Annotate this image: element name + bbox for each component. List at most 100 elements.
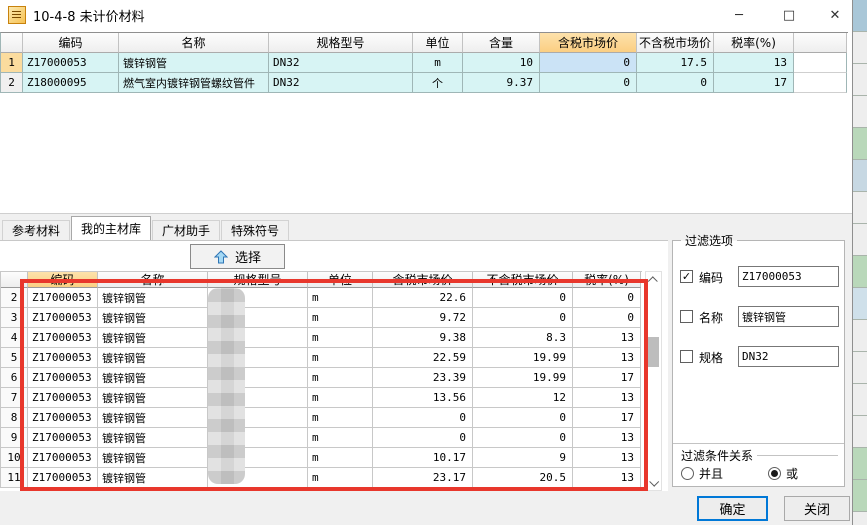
row-number[interactable]: 11: [1, 468, 28, 488]
lib-header-blank[interactable]: [1, 272, 28, 288]
cell-unit[interactable]: m: [308, 288, 373, 308]
top-header-税率(%)[interactable]: 税率(%): [714, 33, 794, 53]
relation-or-option[interactable]: 或: [768, 465, 798, 482]
top-header-含量[interactable]: 含量: [463, 33, 540, 53]
lib-header-规格型号[interactable]: 规格型号: [208, 272, 308, 288]
cell-rate[interactable]: 13: [573, 428, 641, 448]
cell-code[interactable]: Z18000095: [23, 73, 119, 93]
cell-code[interactable]: Z17000053: [28, 428, 98, 448]
cell-content[interactable]: 10: [463, 53, 540, 73]
lib-header-单位[interactable]: 单位: [308, 272, 373, 288]
tab-my-material-library[interactable]: 我的主材库: [71, 216, 152, 240]
cell-name[interactable]: 镀锌钢管: [98, 308, 208, 328]
cell-rate[interactable]: 13: [573, 468, 641, 488]
cell-rate[interactable]: 17: [573, 408, 641, 428]
row-number[interactable]: 7: [1, 388, 28, 408]
cell-code[interactable]: Z17000053: [28, 468, 98, 488]
cell-code[interactable]: Z17000053: [28, 288, 98, 308]
cell-name[interactable]: 镀锌钢管: [119, 53, 269, 73]
tab-special-symbols[interactable]: 特殊符号: [221, 220, 290, 240]
cell-taxed[interactable]: 23.17: [373, 468, 473, 488]
row-number[interactable]: 1: [1, 53, 23, 73]
cell-name[interactable]: 镀锌钢管: [98, 388, 208, 408]
top-header-不含税市场价[interactable]: 不含税市场价: [637, 33, 714, 53]
top-header-单位[interactable]: 单位: [413, 33, 463, 53]
spec-filter-input[interactable]: [738, 346, 839, 367]
cell-taxed[interactable]: 22.6: [373, 288, 473, 308]
cell-code[interactable]: Z17000053: [28, 328, 98, 348]
cell-untaxed[interactable]: 19.99: [473, 348, 573, 368]
scroll-up-icon[interactable]: [646, 272, 661, 288]
cell-name[interactable]: 镀锌钢管: [98, 288, 208, 308]
cell-name[interactable]: 燃气室内镀锌钢管螺纹管件: [119, 73, 269, 93]
cell-unit[interactable]: m: [308, 408, 373, 428]
cell-unit[interactable]: m: [308, 368, 373, 388]
cell-filler[interactable]: [794, 53, 847, 73]
cell-code[interactable]: Z17000053: [28, 408, 98, 428]
cell-untaxed[interactable]: 20.5: [473, 468, 573, 488]
scroll-down-icon[interactable]: [646, 474, 661, 490]
row-number[interactable]: 3: [1, 308, 28, 328]
cell-name[interactable]: 镀锌钢管: [98, 468, 208, 488]
row-number[interactable]: 10: [1, 448, 28, 468]
cell-spec[interactable]: DN32: [269, 53, 413, 73]
cell-name[interactable]: 镀锌钢管: [98, 428, 208, 448]
row-number[interactable]: 8: [1, 408, 28, 428]
cell-unit[interactable]: m: [308, 348, 373, 368]
cell-rate[interactable]: 0: [573, 288, 641, 308]
cell-unit[interactable]: m: [308, 308, 373, 328]
lib-header-不含税市场价[interactable]: 不含税市场价: [473, 272, 573, 288]
code-filter-input[interactable]: [738, 266, 839, 287]
cell-code[interactable]: Z17000053: [23, 53, 119, 73]
cell-taxed[interactable]: 0: [373, 408, 473, 428]
top-header-规格型号[interactable]: 规格型号: [269, 33, 413, 53]
select-button[interactable]: 选择: [190, 244, 285, 269]
cell-taxed[interactable]: 0: [540, 53, 637, 73]
spec-checkbox[interactable]: [680, 350, 693, 363]
scrollbar-thumb[interactable]: [648, 337, 659, 367]
tab-reference-materials[interactable]: 参考材料: [2, 220, 71, 240]
cell-unit[interactable]: m: [308, 428, 373, 448]
top-header-编码[interactable]: 编码: [23, 33, 119, 53]
cell-code[interactable]: Z17000053: [28, 388, 98, 408]
cell-untaxed[interactable]: 0: [637, 73, 714, 93]
cell-untaxed[interactable]: 19.99: [473, 368, 573, 388]
cell-code[interactable]: Z17000053: [28, 348, 98, 368]
maximize-button[interactable]: □: [772, 0, 806, 30]
cell-unit[interactable]: m: [308, 328, 373, 348]
cell-unit[interactable]: m: [308, 448, 373, 468]
cell-rate[interactable]: 13: [573, 388, 641, 408]
radio-or-icon[interactable]: [768, 467, 781, 480]
cell-rate[interactable]: 17: [714, 73, 794, 93]
vertical-scrollbar[interactable]: [645, 271, 662, 491]
cell-unit[interactable]: 个: [413, 73, 463, 93]
cell-name[interactable]: 镀锌钢管: [98, 408, 208, 428]
cell-code[interactable]: Z17000053: [28, 448, 98, 468]
relation-and-option[interactable]: 并且: [681, 465, 723, 482]
cell-untaxed[interactable]: 17.5: [637, 53, 714, 73]
cell-untaxed[interactable]: 0: [473, 288, 573, 308]
cell-rate[interactable]: 0: [573, 308, 641, 328]
top-header-名称[interactable]: 名称: [119, 33, 269, 53]
minimize-button[interactable]: ─: [722, 0, 756, 30]
cell-taxed[interactable]: 22.59: [373, 348, 473, 368]
row-number[interactable]: 9: [1, 428, 28, 448]
cell-rate[interactable]: 13: [573, 328, 641, 348]
cell-spec[interactable]: DN32: [269, 73, 413, 93]
cell-untaxed[interactable]: 9: [473, 448, 573, 468]
cell-unit[interactable]: m: [308, 468, 373, 488]
top-header-blank[interactable]: [794, 33, 847, 53]
top-header-blank[interactable]: [1, 33, 23, 53]
cell-taxed[interactable]: 9.72: [373, 308, 473, 328]
cell-unit[interactable]: m: [308, 388, 373, 408]
cell-untaxed[interactable]: 8.3: [473, 328, 573, 348]
cell-filler[interactable]: [794, 73, 847, 93]
cell-name[interactable]: 镀锌钢管: [98, 368, 208, 388]
cell-name[interactable]: 镀锌钢管: [98, 328, 208, 348]
ok-button[interactable]: 确定: [697, 496, 768, 521]
cell-name[interactable]: 镀锌钢管: [98, 448, 208, 468]
code-checkbox[interactable]: ✓: [680, 270, 693, 283]
cell-taxed[interactable]: 9.38: [373, 328, 473, 348]
lib-header-编码[interactable]: 编码: [28, 272, 98, 288]
cell-untaxed[interactable]: 0: [473, 428, 573, 448]
